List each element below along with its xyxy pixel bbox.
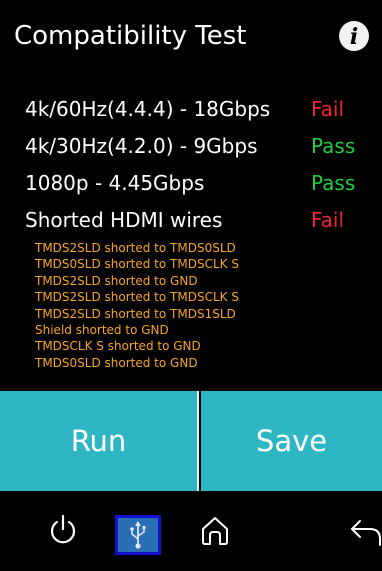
result-label: 4k/30Hz(4.2.0) - 9Gbps: [25, 134, 258, 158]
result-status: Pass: [311, 134, 356, 158]
result-row: 4k/30Hz(4.2.0) - 9Gbps Pass: [0, 131, 382, 168]
detail-line: TMDS2SLD shorted to GND: [35, 273, 198, 288]
run-button[interactable]: Run: [0, 391, 199, 491]
detail-line: TMDS0SLD shorted to TMDSCLK S: [35, 257, 239, 272]
result-row: 1080p - 4.45Gbps Pass: [0, 168, 382, 205]
back-icon[interactable]: [348, 515, 382, 549]
detail-line: TMDS2SLD shorted to TMDS0SLD: [35, 241, 236, 255]
detail-line: TMDS0SLD shorted to GND: [35, 355, 198, 370]
result-label: Shorted HDMI wires: [25, 208, 223, 232]
usb-icon[interactable]: [115, 515, 161, 555]
results-list: 4k/60Hz(4.4.4) - 18Gbps Fail 4k/30Hz(4.2…: [0, 94, 382, 242]
result-status: Pass: [311, 171, 356, 195]
result-row: 4k/60Hz(4.4.4) - 18Gbps Fail: [0, 94, 382, 131]
detail-line: TMDS2SLD shorted to TMDSCLK S: [35, 290, 239, 305]
power-icon[interactable]: [48, 513, 78, 547]
info-icon: i: [349, 23, 359, 50]
header: Compatibility Test i: [0, 0, 382, 76]
bottom-nav: [0, 493, 382, 571]
short-details-list: TMDS2SLD shorted to TMDS0SLD TMDS0SLD sh…: [35, 240, 365, 371]
result-label: 1080p - 4.45Gbps: [25, 171, 205, 195]
result-status: Fail: [311, 97, 345, 121]
home-icon[interactable]: [198, 513, 232, 547]
detail-line: TMDS2SLD shorted to TMDS1SLD: [35, 306, 236, 321]
detail-line: TMDSCLK S shorted to GND: [35, 339, 201, 354]
result-status: Fail: [311, 208, 345, 232]
save-button[interactable]: Save: [201, 391, 382, 491]
info-button[interactable]: i: [339, 21, 369, 51]
page-title: Compatibility Test: [14, 21, 247, 51]
result-row: Shorted HDMI wires Fail: [0, 205, 382, 242]
action-buttons: Run Save: [0, 391, 382, 491]
detail-line: Shield shorted to GND: [35, 323, 169, 338]
result-label: 4k/60Hz(4.4.4) - 18Gbps: [25, 97, 271, 121]
